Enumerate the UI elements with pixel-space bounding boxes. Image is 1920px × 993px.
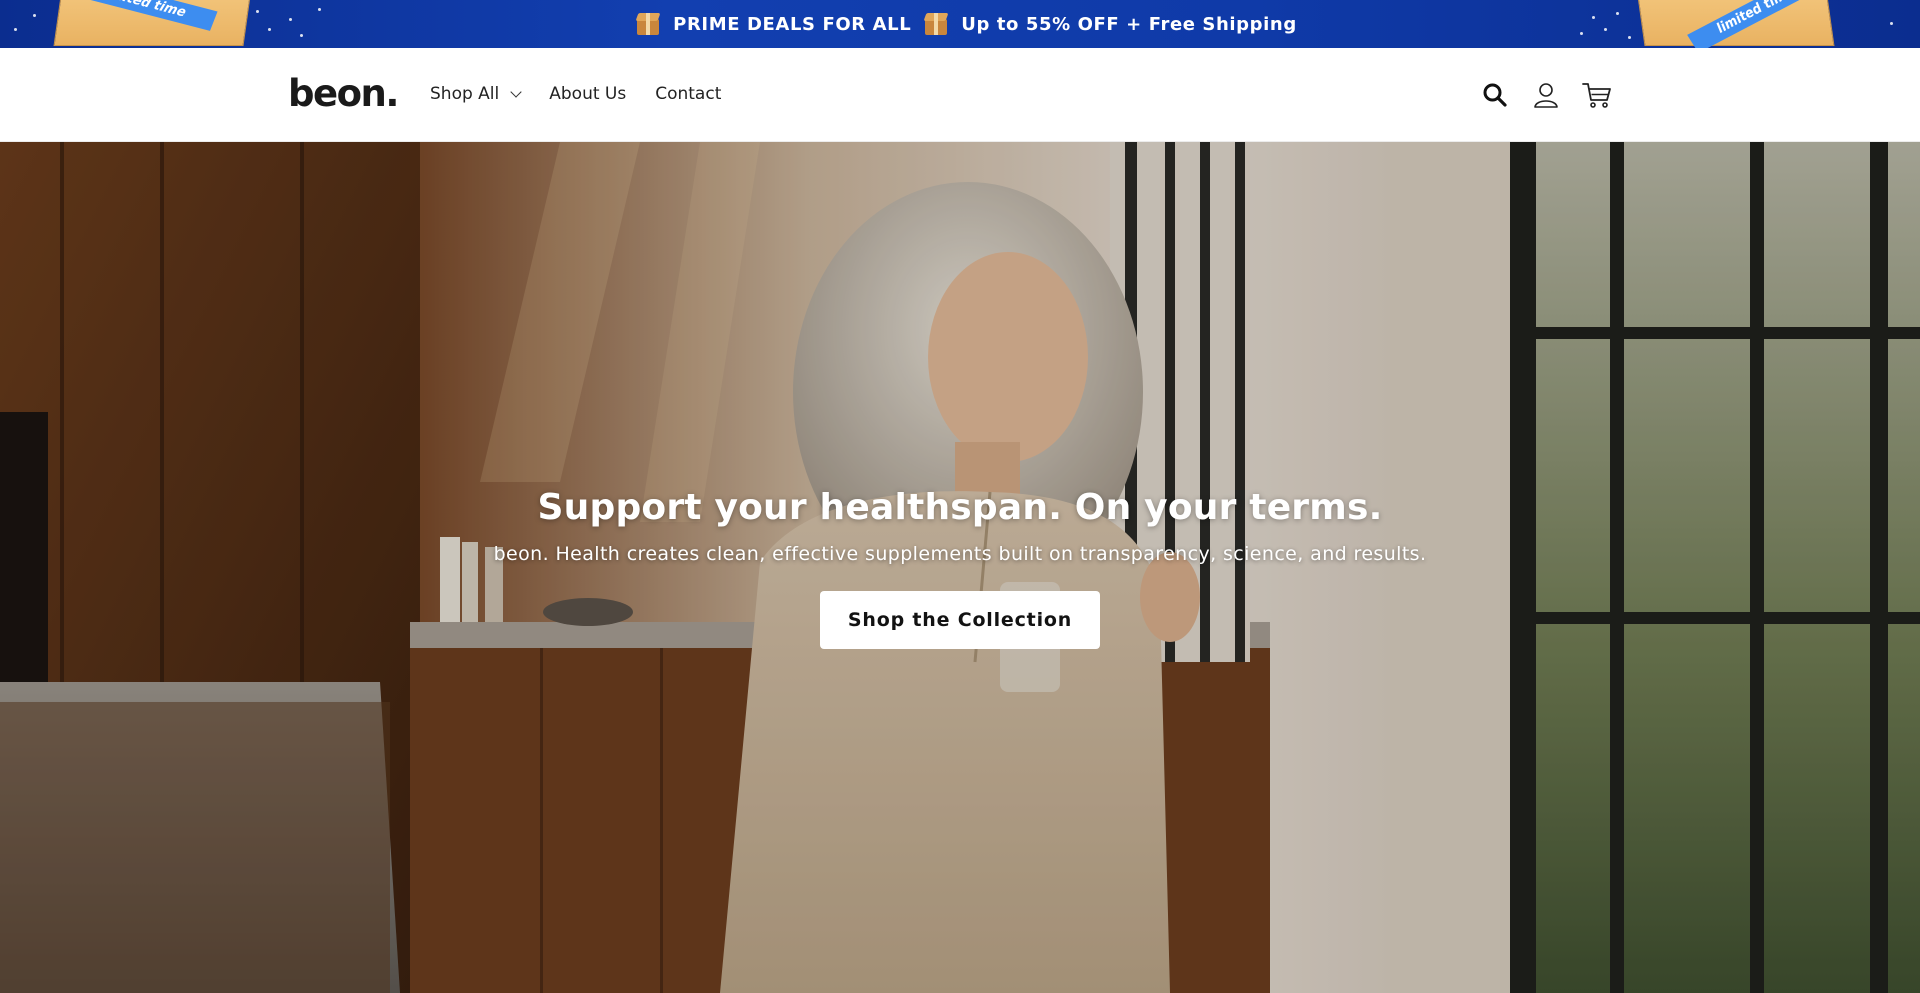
announcement-bar: limited time limited time PRIME DEALS FO… [0,0,1920,48]
brand-logo[interactable]: beon. [288,72,399,115]
account-icon [1534,83,1558,108]
nav-item-shop-all[interactable]: Shop All [430,84,522,104]
announcement-text-right: Up to 55% OFF + Free Shipping [961,13,1297,35]
main-nav: Shop All About Us Contact [430,84,750,104]
announcement-text-left: PRIME DEALS FOR ALL [673,13,912,35]
search-button[interactable] [1478,78,1512,112]
chevron-down-icon [510,85,522,98]
hero-title: Support your healthspan. On your terms. [537,487,1383,528]
package-icon [923,11,949,37]
shop-collection-button[interactable]: Shop the Collection [820,591,1100,649]
nav-item-about-us[interactable]: About Us [549,84,626,104]
header-actions [1478,78,1614,112]
account-button[interactable] [1529,78,1563,112]
site-header: beon. Shop All About Us Contact [0,48,1920,142]
cart-button[interactable] [1580,78,1614,112]
hero-subtitle: beon. Health creates clean, effective su… [493,543,1427,565]
cart-icon [1582,83,1611,108]
announcement-message[interactable]: PRIME DEALS FOR ALL Up to 55% OFF + Free… [0,0,1920,48]
hero-content: Support your healthspan. On your terms. … [0,487,1920,649]
package-icon [635,11,661,37]
hero-section: Support your healthspan. On your terms. … [0,142,1920,993]
nav-item-label: Shop All [430,84,500,104]
search-icon [1483,83,1507,107]
nav-item-contact[interactable]: Contact [655,84,721,104]
nav-item-label: Contact [655,84,722,104]
nav-item-label: About Us [549,84,627,104]
